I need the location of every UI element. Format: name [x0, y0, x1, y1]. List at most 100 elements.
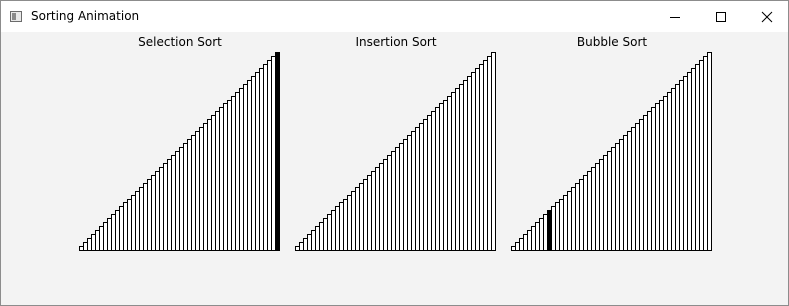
bar [419, 123, 424, 251]
bar [347, 195, 352, 251]
bar [699, 60, 704, 251]
bar [663, 96, 668, 251]
bar [695, 64, 700, 251]
bar [575, 183, 580, 251]
bar [355, 187, 360, 251]
bar [615, 143, 620, 251]
bar [455, 88, 460, 251]
bar [679, 80, 684, 251]
bar [371, 171, 376, 251]
bar [459, 84, 464, 251]
bar [515, 242, 520, 251]
bar [159, 167, 164, 251]
bar [563, 195, 568, 251]
bar [267, 60, 272, 251]
bar [187, 139, 192, 251]
bar [439, 103, 444, 251]
bar [103, 222, 108, 251]
bar [411, 131, 416, 251]
bar-chart-insertion-sort [295, 52, 496, 251]
minimize-button[interactable] [652, 1, 698, 32]
bar [415, 127, 420, 251]
bar [167, 159, 172, 251]
bar [263, 64, 268, 251]
bar [127, 199, 132, 251]
bar [375, 167, 380, 251]
bar [427, 115, 432, 251]
bar [519, 238, 524, 251]
bar [83, 242, 88, 251]
bar [531, 226, 536, 251]
bar [703, 56, 708, 251]
bar [359, 183, 364, 251]
bar [327, 214, 332, 251]
bar [199, 127, 204, 251]
close-icon [761, 11, 773, 23]
bar [259, 68, 264, 251]
maximize-button[interactable] [698, 1, 744, 32]
bar-chart-bubble-sort [511, 52, 712, 251]
bar [691, 68, 696, 251]
bar [479, 64, 484, 251]
bar [87, 238, 92, 251]
bar [607, 151, 612, 251]
bar [251, 76, 256, 251]
bar [363, 179, 368, 251]
bar [311, 230, 316, 251]
bar [115, 210, 120, 251]
bar [119, 206, 124, 251]
bar [307, 234, 312, 251]
bar [107, 218, 112, 251]
bar [123, 202, 128, 251]
bar [135, 191, 140, 251]
bar [619, 139, 624, 251]
bar [447, 96, 452, 251]
bar [151, 175, 156, 251]
bar [295, 246, 300, 251]
close-button[interactable] [744, 1, 789, 32]
bar [147, 179, 152, 251]
bar [319, 222, 324, 251]
bar [203, 123, 208, 251]
bar [403, 139, 408, 251]
bar [543, 214, 548, 251]
bar [367, 175, 372, 251]
minimize-icon [670, 17, 680, 18]
bar [391, 151, 396, 251]
bar [643, 115, 648, 251]
bar [467, 76, 472, 251]
bar [183, 143, 188, 251]
bar [463, 80, 468, 251]
bar [647, 111, 652, 251]
bar [239, 88, 244, 251]
bar [527, 230, 532, 251]
bar [423, 119, 428, 251]
bar [627, 131, 632, 251]
maximize-icon [716, 12, 726, 22]
bar [491, 52, 496, 251]
bar [91, 234, 96, 251]
panel-selection-sort: Selection Sort [79, 32, 281, 262]
bar-chart-selection-sort [79, 52, 280, 251]
bar [603, 155, 608, 251]
app-window: Sorting Animation Selection Sort Inserti… [0, 0, 789, 306]
title-bar[interactable]: Sorting Animation [1, 1, 788, 32]
bar [483, 60, 488, 251]
bar [231, 96, 236, 251]
bar [667, 92, 672, 251]
bar [95, 230, 100, 251]
bar [539, 218, 544, 251]
bar [211, 115, 216, 251]
bar [639, 119, 644, 251]
bar [583, 175, 588, 251]
bar [487, 56, 492, 251]
bar [179, 147, 184, 251]
bar [399, 143, 404, 251]
bar [659, 100, 664, 251]
bar [163, 163, 168, 251]
bar [175, 151, 180, 251]
bar [599, 159, 604, 251]
bar [587, 171, 592, 251]
bar [79, 246, 84, 251]
bar [143, 183, 148, 251]
